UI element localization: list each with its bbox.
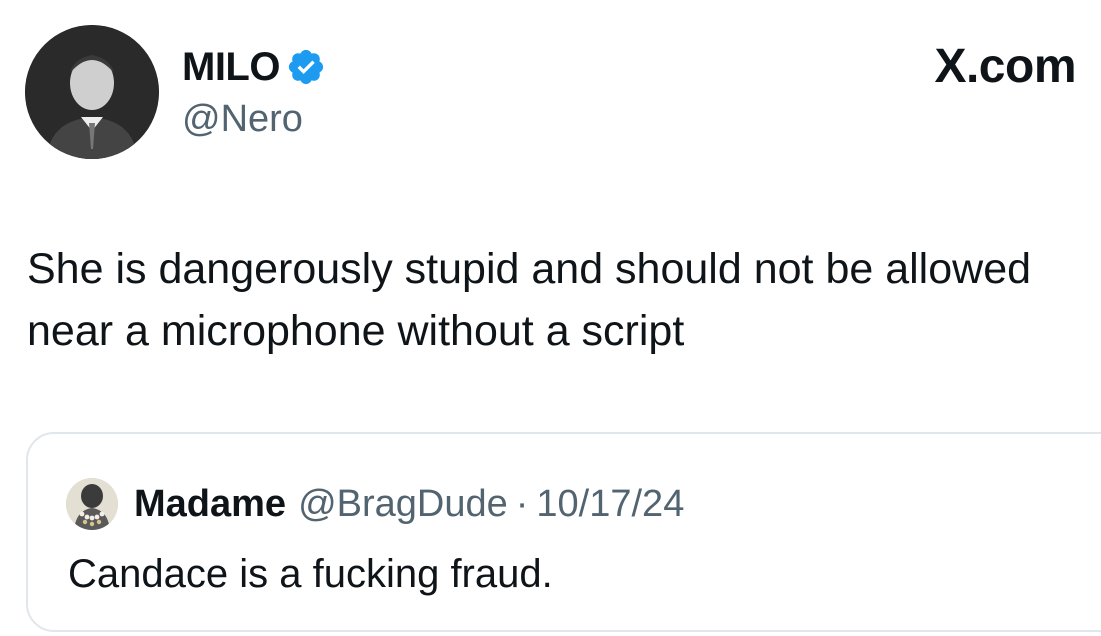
- quoted-author-handle[interactable]: @BragDude: [298, 483, 508, 526]
- quoted-author-name[interactable]: Madame: [134, 483, 286, 526]
- quoted-tweet-header: Madame @BragDude · 10/17/24: [66, 478, 684, 530]
- quoted-tweet-card[interactable]: Madame @BragDude · 10/17/24 Candace is a…: [26, 432, 1101, 632]
- author-avatar[interactable]: [25, 25, 159, 159]
- tweet-text: She is dangerously stupid and should not…: [27, 245, 1032, 355]
- quoted-author-avatar[interactable]: [66, 478, 118, 530]
- author-avatar-image: [25, 25, 159, 159]
- quoted-author-avatar-image: [66, 478, 118, 530]
- author-display-name[interactable]: MILO: [182, 47, 280, 87]
- platform-label: X.com: [934, 40, 1076, 93]
- author-handle[interactable]: @Nero: [182, 100, 303, 138]
- verified-badge-icon: [286, 47, 326, 87]
- author-name-row: MILO: [182, 42, 326, 92]
- quoted-separator: ·: [515, 482, 529, 525]
- quoted-date[interactable]: 10/17/24: [536, 483, 684, 526]
- quoted-tweet-text: Candace is a fucking fraud.: [68, 552, 553, 596]
